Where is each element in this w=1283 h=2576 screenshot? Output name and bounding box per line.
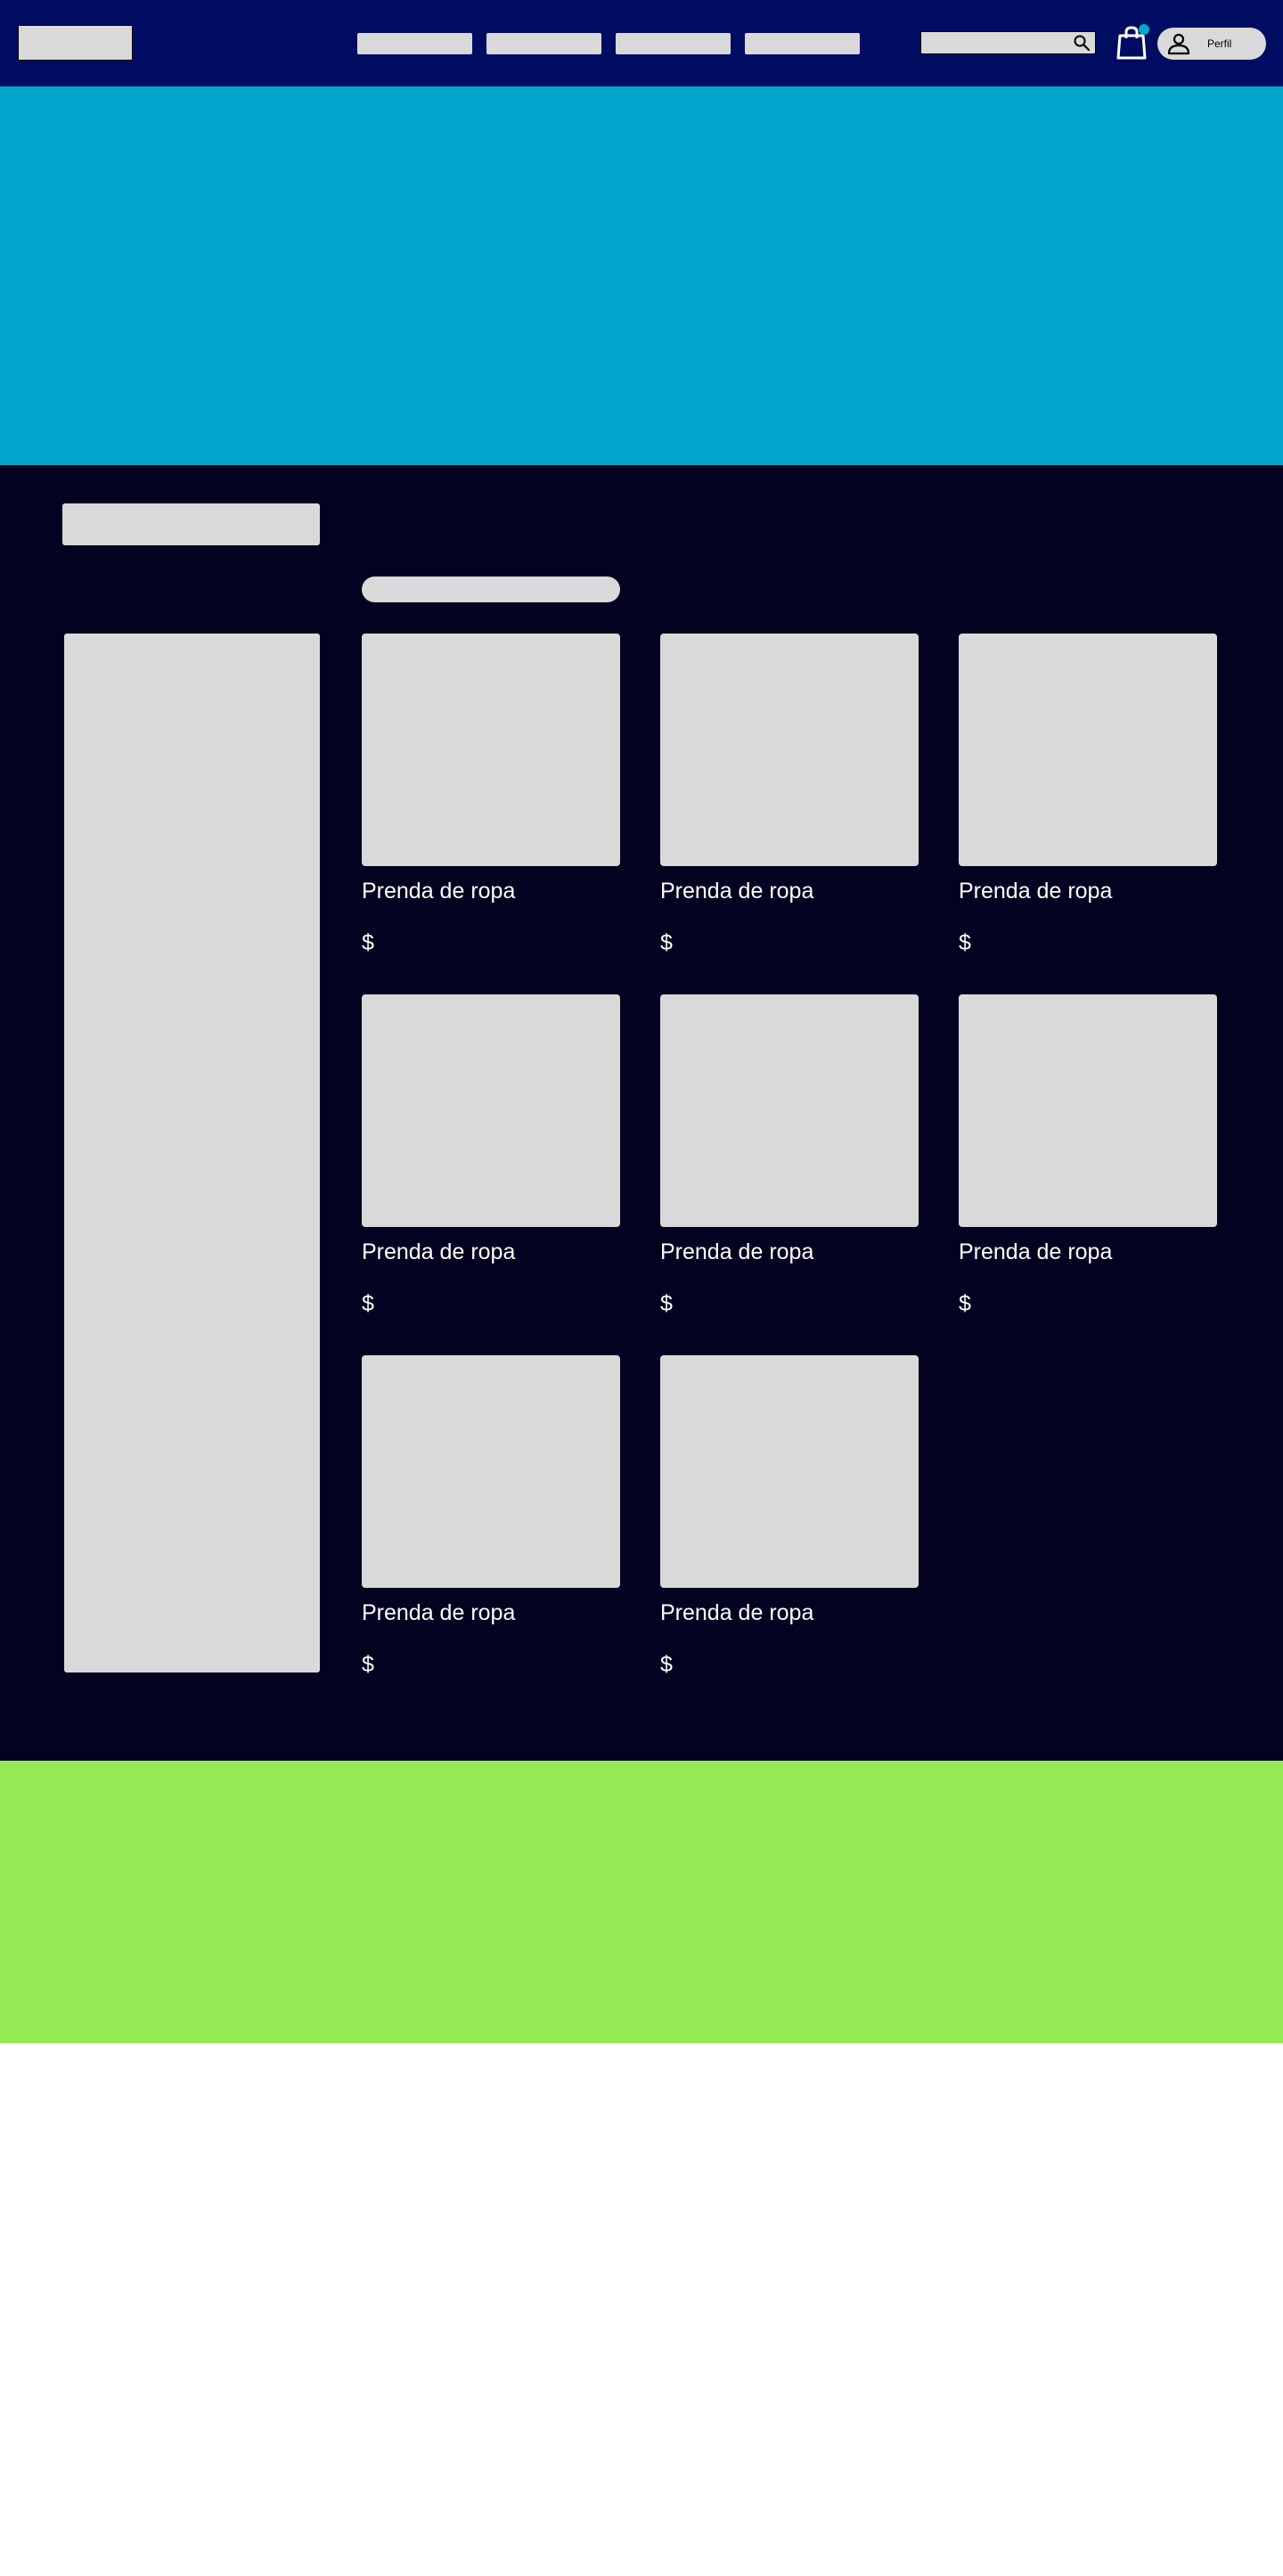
nav-item-1[interactable] xyxy=(357,33,472,54)
product-image[interactable] xyxy=(660,994,919,1227)
product-card[interactable]: Prenda de ropa $ xyxy=(959,994,1217,1317)
filter-pill[interactable] xyxy=(362,577,620,602)
product-card[interactable]: Prenda de ropa $ xyxy=(959,634,1217,956)
catalog-section: Prenda de ropa $ Prenda de ropa $ Prenda… xyxy=(0,465,1283,1761)
product-card[interactable]: Prenda de ropa $ xyxy=(362,1355,620,1678)
catalog-heading-placeholder xyxy=(62,503,320,545)
promo-band xyxy=(0,1761,1283,2043)
product-image[interactable] xyxy=(660,634,919,866)
page: Perfil Prenda de ropa $ Prenda de ropa $… xyxy=(0,0,1283,2576)
profile-label: Perfil xyxy=(1207,37,1232,50)
product-price: $ xyxy=(959,930,971,955)
top-navigation-bar: Perfil xyxy=(0,0,1283,86)
nav-item-4[interactable] xyxy=(745,33,860,54)
product-price: $ xyxy=(660,930,673,955)
hero-banner xyxy=(0,86,1283,465)
product-price: $ xyxy=(362,930,374,955)
product-card[interactable]: Prenda de ropa $ xyxy=(660,1355,919,1678)
product-image[interactable] xyxy=(362,634,620,866)
product-price: $ xyxy=(660,1652,673,1677)
product-name[interactable]: Prenda de ropa xyxy=(959,878,1217,904)
product-name[interactable]: Prenda de ropa xyxy=(959,1239,1217,1265)
product-price: $ xyxy=(362,1652,374,1677)
product-image[interactable] xyxy=(959,634,1217,866)
product-price: $ xyxy=(959,1291,971,1316)
product-card[interactable]: Prenda de ropa $ xyxy=(362,634,620,956)
product-image[interactable] xyxy=(959,994,1217,1227)
product-image[interactable] xyxy=(362,1355,620,1588)
search-input[interactable] xyxy=(920,31,1096,54)
product-name[interactable]: Prenda de ropa xyxy=(362,1239,620,1265)
profile-button[interactable]: Perfil xyxy=(1157,28,1266,60)
product-price: $ xyxy=(660,1291,673,1316)
product-name[interactable]: Prenda de ropa xyxy=(660,1239,919,1265)
logo[interactable] xyxy=(18,25,133,61)
product-card[interactable]: Prenda de ropa $ xyxy=(660,634,919,956)
cart-count-badge xyxy=(1139,24,1149,35)
product-name[interactable]: Prenda de ropa xyxy=(660,1599,919,1626)
search-icon[interactable] xyxy=(1073,34,1091,52)
product-card[interactable]: Prenda de ropa $ xyxy=(660,994,919,1317)
nav-item-3[interactable] xyxy=(616,33,731,54)
product-image[interactable] xyxy=(362,994,620,1227)
user-icon xyxy=(1167,33,1190,55)
product-name[interactable]: Prenda de ropa xyxy=(660,878,919,904)
nav-item-2[interactable] xyxy=(486,33,601,54)
product-name[interactable]: Prenda de ropa xyxy=(362,1599,620,1626)
product-name[interactable]: Prenda de ropa xyxy=(362,878,620,904)
product-image[interactable] xyxy=(660,1355,919,1588)
product-card[interactable]: Prenda de ropa $ xyxy=(362,994,620,1317)
filter-sidebar xyxy=(64,634,320,1672)
product-price: $ xyxy=(362,1291,374,1316)
